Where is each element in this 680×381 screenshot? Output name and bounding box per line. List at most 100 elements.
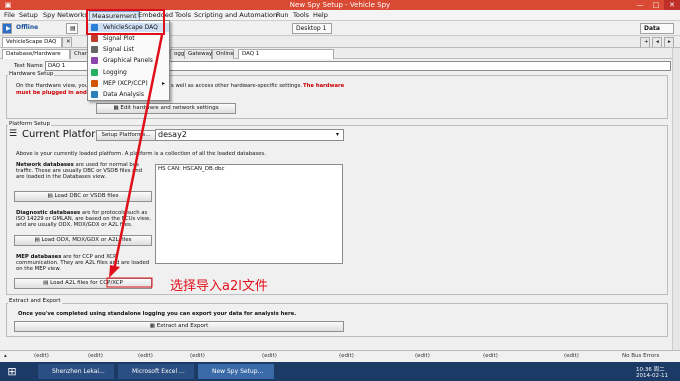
menu-run[interactable]: Run bbox=[274, 11, 290, 20]
hardware-text-prefix: On the Hardware view, you bbox=[16, 83, 89, 89]
clock-time: 10:36 周二 bbox=[636, 367, 665, 373]
network-db-title: Network databases bbox=[16, 162, 74, 168]
menu-item-label: Signal Plot bbox=[103, 35, 135, 42]
taskbar-item-excel[interactable]: Microsoft Excel ... bbox=[118, 364, 194, 379]
extract-export-btn-label: Extract and Export bbox=[156, 323, 209, 329]
setup-platforms-button[interactable]: Setup Platforms... bbox=[96, 130, 156, 141]
diagnostic-db-text: Diagnostic databases are for protocols s… bbox=[16, 210, 152, 229]
platform-icon: ☰ bbox=[9, 129, 18, 139]
bus-errors-status: No Bus Errors bbox=[622, 353, 660, 359]
load-dbc-button[interactable]: ▤ Load DBC or VSDB files bbox=[14, 191, 152, 202]
diagnostic-db-title: Diagnostic databases bbox=[16, 210, 81, 216]
platform-select[interactable]: desay2 bbox=[155, 129, 344, 141]
panel-icon bbox=[91, 57, 98, 64]
export-icon: ▦ bbox=[149, 323, 157, 329]
logging-icon bbox=[91, 69, 98, 76]
highlight-box bbox=[86, 9, 165, 35]
network-db-text: Network databases are used for normal bu… bbox=[16, 162, 152, 181]
tab-right-icon[interactable]: ▸ bbox=[664, 37, 674, 47]
daq-select[interactable]: DAQ 1 bbox=[238, 49, 334, 59]
extract-export-button[interactable]: ▦ Extract and Export bbox=[14, 321, 344, 332]
main-panel: Test Name DAQ 1 Hardware Setup On the Ha… bbox=[0, 59, 672, 350]
menu-item-graphical-panels[interactable]: Graphical Panels bbox=[88, 56, 169, 65]
mep-icon bbox=[91, 80, 98, 87]
tab-vehiclescape-daq[interactable]: VehicleScape DAQ bbox=[2, 37, 62, 47]
app-window: New Spy Setup - Vehicle Spy ▣ — □ ✕ File… bbox=[0, 0, 680, 381]
taskbar: ⊞ Shenzhen Lekai... Microsoft Excel ... … bbox=[0, 362, 680, 381]
taskbar-item-vehicle-spy[interactable]: New Spy Setup... bbox=[198, 364, 274, 379]
add-tab-icon[interactable]: + bbox=[640, 37, 650, 47]
menu-item-label: Signal List bbox=[103, 46, 134, 53]
tab-database-hardware[interactable]: Database/Hardware Setup bbox=[2, 49, 70, 66]
submenu-arrow-icon: ▸ bbox=[161, 80, 165, 87]
menu-spy-networks[interactable]: Spy Networks bbox=[41, 11, 90, 20]
menu-tools[interactable]: Tools bbox=[291, 11, 311, 20]
platform-description: Above is your currently loaded platform.… bbox=[16, 151, 266, 157]
taskbar-item-pdf[interactable]: Shenzhen Lekai... bbox=[38, 364, 114, 379]
record-icon[interactable]: ▤ bbox=[66, 23, 78, 34]
status-cell[interactable]: (edit) bbox=[138, 353, 153, 359]
minimize-button[interactable]: — bbox=[632, 0, 648, 10]
hardware-setup-label: Hardware Setup bbox=[8, 71, 55, 77]
edit-hardware-button[interactable]: ▦ Edit hardware and network settings bbox=[96, 103, 236, 114]
load-odx-label: Load ODX, MDX/GDX or A2L files bbox=[41, 237, 132, 243]
status-cell[interactable]: (edit) bbox=[483, 353, 498, 359]
status-cell[interactable]: (edit) bbox=[262, 353, 277, 359]
offline-mode[interactable]: Offline bbox=[13, 23, 47, 34]
current-platform-title: Current Platform bbox=[22, 129, 105, 140]
data-button[interactable]: Data bbox=[640, 23, 674, 34]
database-list[interactable]: HS CAN: HSCAN_DB.dbc bbox=[155, 164, 343, 264]
play-icon[interactable]: ▶ bbox=[2, 23, 12, 34]
status-bar: ▴ (edit) (edit) (edit) (edit) (edit) (ed… bbox=[0, 350, 680, 362]
load-odx-button[interactable]: ▤ Load ODX, MDX/GDX or A2L files bbox=[14, 235, 152, 246]
tab-online[interactable]: Online bbox=[212, 49, 234, 59]
status-cell[interactable]: (edit) bbox=[34, 353, 49, 359]
load-a2l-label: Load A2L files for CCP/XCP bbox=[50, 280, 123, 286]
load-a2l-button[interactable]: ▤ Load A2L files for CCP/XCP bbox=[14, 278, 152, 289]
hardware-text-suffix: s well as access other hardware-specific… bbox=[171, 83, 303, 89]
desktop-select[interactable]: Desktop 1 bbox=[292, 23, 332, 34]
edit-hardware-label: Edit hardware and network settings bbox=[120, 105, 219, 111]
load-dbc-label: Load DBC or VSDB files bbox=[54, 193, 119, 199]
annotation-text: 选择导入a2l文件 bbox=[170, 279, 268, 294]
mep-db-title: MEP databases bbox=[16, 254, 62, 260]
status-cell[interactable]: ▴ bbox=[4, 353, 7, 359]
status-cell[interactable]: (edit) bbox=[190, 353, 205, 359]
mep-db-text: MEP databases are for CCP and XCP commun… bbox=[16, 254, 152, 273]
tab-close-icon[interactable]: ✕ bbox=[62, 37, 72, 47]
vertical-scrollbar[interactable] bbox=[672, 48, 680, 350]
tab-gateway[interactable]: Gateway bbox=[184, 49, 212, 59]
tab-left-icon[interactable]: ◂ bbox=[652, 37, 662, 47]
menu-item-signal-list[interactable]: Signal List bbox=[88, 45, 169, 54]
list-icon bbox=[91, 46, 98, 53]
menu-item-mep[interactable]: MEP (XCP/CCP) ▸ bbox=[88, 79, 169, 88]
menu-item-logging[interactable]: Logging bbox=[88, 68, 169, 77]
menu-item-label: Graphical Panels bbox=[103, 57, 153, 64]
hardware-warning-2: must be plugged in and p bbox=[16, 90, 93, 96]
analysis-icon bbox=[91, 91, 98, 98]
status-cell[interactable]: (edit) bbox=[88, 353, 103, 359]
chevron-down-icon[interactable]: ▾ bbox=[336, 131, 339, 138]
menu-file[interactable]: File bbox=[2, 11, 17, 20]
menu-scripting[interactable]: Scripting and Automation bbox=[192, 11, 279, 20]
start-icon[interactable]: ⊞ bbox=[0, 364, 24, 379]
extract-export-text: Once you've completed using standalone l… bbox=[18, 311, 297, 317]
test-name-label: Test Name bbox=[14, 63, 43, 69]
clock-date: 2014-02-11 bbox=[636, 373, 668, 379]
menu-help[interactable]: Help bbox=[311, 11, 330, 20]
status-cell[interactable]: (edit) bbox=[415, 353, 430, 359]
platform-setup-label: Platform Setup bbox=[8, 121, 51, 127]
menu-item-label: Logging bbox=[103, 69, 127, 76]
menu-item-signal-plot[interactable]: Signal Plot bbox=[88, 34, 169, 43]
maximize-button[interactable]: □ bbox=[648, 0, 664, 10]
menu-setup[interactable]: Setup bbox=[17, 11, 40, 20]
database-list-item[interactable]: HS CAN: HSCAN_DB.dbc bbox=[158, 166, 340, 172]
menu-item-label: Data Analysis bbox=[103, 91, 144, 98]
status-cell[interactable]: (edit) bbox=[564, 353, 579, 359]
close-button[interactable]: ✕ bbox=[664, 0, 680, 10]
plot-icon bbox=[91, 35, 98, 42]
status-cell[interactable]: (edit) bbox=[339, 353, 354, 359]
menu-item-data-analysis[interactable]: Data Analysis bbox=[88, 90, 169, 99]
extract-export-label: Extract and Export bbox=[8, 298, 62, 304]
app-icon: ▣ bbox=[4, 1, 12, 9]
